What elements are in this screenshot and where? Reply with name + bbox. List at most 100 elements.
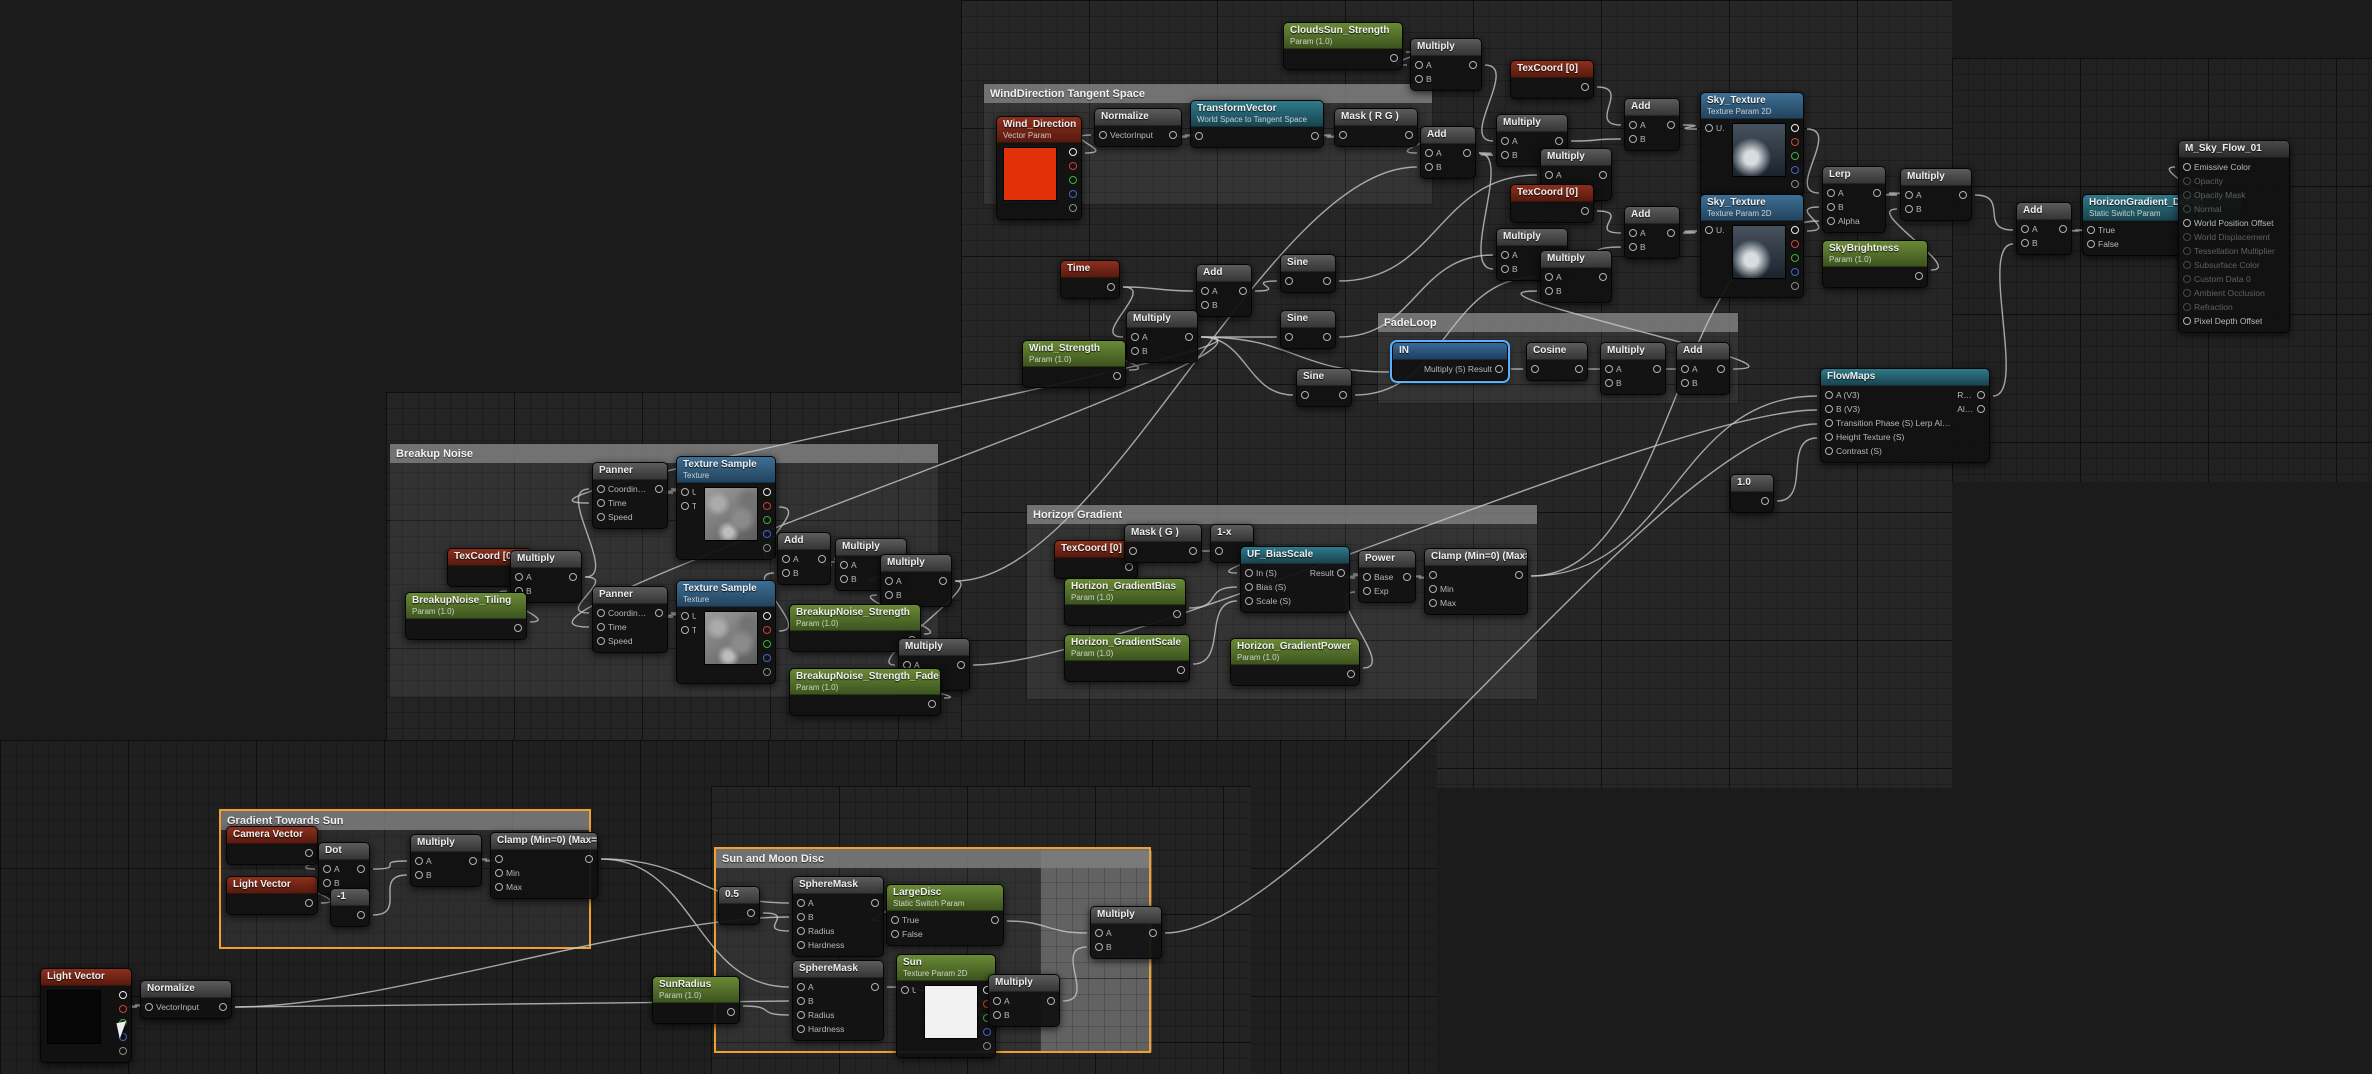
input-pin-icon[interactable] — [797, 997, 805, 1005]
output-pin-icon[interactable] — [1107, 283, 1115, 291]
input-pin-icon[interactable] — [1545, 287, 1553, 295]
node-multiply-sun-b[interactable]: MultiplyAB — [1090, 906, 1162, 959]
node-largedisc[interactable]: LargeDiscStatic Switch ParamTrueFalse — [886, 884, 1004, 946]
output-pin-icon[interactable] — [655, 485, 663, 493]
node-breakupnoise-tiling[interactable]: BreakupNoise_TilingParam (1.0) — [405, 592, 527, 640]
input-pin-icon[interactable] — [2183, 177, 2191, 185]
input-pin-icon[interactable] — [681, 502, 689, 510]
node-horizon-gradientbias[interactable]: Horizon_GradientBiasParam (1.0) — [1064, 578, 1186, 626]
node-multiply-skybrightness[interactable]: MultiplyAB — [1900, 168, 1972, 221]
node-header[interactable]: Multiply — [899, 639, 969, 656]
input-pin-icon[interactable] — [2087, 240, 2095, 248]
node-header[interactable]: Add — [1197, 265, 1251, 282]
node-header[interactable]: TexCoord [0] — [1511, 61, 1593, 78]
input-pin-icon[interactable] — [1095, 929, 1103, 937]
node-header[interactable]: Multiply — [1091, 907, 1161, 924]
output-pin-icon[interactable] — [1463, 149, 1471, 157]
input-pin-icon[interactable] — [323, 865, 331, 873]
input-pin-icon[interactable] — [1429, 585, 1437, 593]
input-pin-icon[interactable] — [840, 561, 848, 569]
output-pin-icon[interactable] — [1185, 333, 1193, 341]
node-horizon-gradientscale[interactable]: Horizon_GradientScaleParam (1.0) — [1064, 634, 1190, 682]
node-header[interactable]: Dot — [319, 843, 369, 860]
output-pin-icon[interactable] — [1977, 405, 1985, 413]
node-header[interactable]: FlowMaps — [1821, 369, 1989, 386]
input-pin-icon[interactable] — [1629, 243, 1637, 251]
node-header[interactable]: SkyBrightnessParam (1.0) — [1823, 241, 1927, 267]
node-sky-brightness[interactable]: SkyBrightnessParam (1.0) — [1822, 240, 1928, 288]
input-pin-icon[interactable] — [1429, 571, 1437, 579]
input-pin-icon[interactable] — [1905, 191, 1913, 199]
node-header[interactable]: Light Vector — [41, 969, 131, 986]
node-mask-g[interactable]: Mask ( G ) — [1124, 524, 1202, 563]
output-pin-icon[interactable] — [763, 502, 771, 510]
input-pin-icon[interactable] — [2183, 261, 2191, 269]
output-pin-icon[interactable] — [763, 668, 771, 676]
input-pin-icon[interactable] — [323, 879, 331, 887]
node-header[interactable]: 0.5 — [719, 887, 759, 904]
output-pin-icon[interactable] — [983, 1042, 991, 1050]
node-spheremask-b[interactable]: SphereMaskABRadiusHardness — [792, 960, 884, 1041]
node-header[interactable]: Camera Vector — [227, 827, 317, 844]
node-multiply-noise-b[interactable]: MultiplyAB — [880, 554, 952, 607]
node-header[interactable]: UF_BiasScale — [1241, 547, 1349, 564]
output-pin-icon[interactable] — [1915, 272, 1923, 280]
output-pin-icon[interactable] — [469, 857, 477, 865]
node-add-wind-offset[interactable]: AddAB — [1420, 126, 1476, 179]
node-sky-texture-a[interactable]: Sky_TextureTexture Param 2DUVs — [1700, 92, 1804, 196]
input-pin-icon[interactable] — [1131, 347, 1139, 355]
input-pin-icon[interactable] — [1201, 287, 1209, 295]
node-panner-b[interactable]: PannerCoordinateTimeSpeed — [592, 586, 668, 653]
node-header[interactable]: Multiply — [1497, 115, 1567, 132]
node-header[interactable]: M_Sky_Flow_01 — [2179, 141, 2289, 158]
node-header[interactable]: 1.0 — [1731, 475, 1773, 492]
input-pin-icon[interactable] — [1339, 131, 1347, 139]
node-header[interactable]: SunTexture Param 2D — [897, 955, 995, 981]
input-pin-icon[interactable] — [597, 609, 605, 617]
output-pin-icon[interactable] — [1791, 226, 1799, 234]
output-pin-icon[interactable] — [1575, 365, 1583, 373]
comment-header[interactable]: Horizon Gradient — [1027, 505, 1537, 524]
node-lerp-sky[interactable]: LerpABAlpha — [1822, 166, 1886, 233]
output-pin-icon[interactable] — [1069, 176, 1077, 184]
node-header[interactable]: Clamp (Min=0) (Max=1) — [491, 833, 597, 850]
output-pin-icon[interactable] — [1189, 547, 1197, 555]
input-pin-icon[interactable] — [1705, 124, 1713, 132]
output-pin-icon[interactable] — [1791, 152, 1799, 160]
node-header[interactable]: Add — [1625, 207, 1679, 224]
node-multiply-sun-a[interactable]: MultiplyAB — [988, 974, 1060, 1027]
node-cosine[interactable]: Cosine — [1526, 342, 1588, 381]
output-pin-icon[interactable] — [763, 612, 771, 620]
node-spheremask-a[interactable]: SphereMaskABRadiusHardness — [792, 876, 884, 957]
node-header[interactable]: Normalize — [141, 981, 231, 998]
node-header[interactable]: IN — [1393, 343, 1507, 360]
input-pin-icon[interactable] — [2183, 317, 2191, 325]
input-pin-icon[interactable] — [495, 869, 503, 877]
node-add-uv-b[interactable]: AddAB — [1624, 206, 1680, 259]
node-header[interactable]: Add — [778, 533, 830, 550]
node-header[interactable]: TransformVectorWorld Space to Tangent Sp… — [1191, 101, 1323, 127]
output-pin-icon[interactable] — [1873, 189, 1881, 197]
node-header[interactable]: Mask ( G ) — [1125, 525, 1201, 542]
input-pin-icon[interactable] — [1825, 419, 1833, 427]
output-pin-icon[interactable] — [569, 573, 577, 581]
node-header[interactable]: Light Vector — [227, 877, 317, 894]
input-pin-icon[interactable] — [1681, 365, 1689, 373]
input-pin-icon[interactable] — [2087, 226, 2095, 234]
input-pin-icon[interactable] — [681, 626, 689, 634]
node-header[interactable]: BreakupNoise_StrengthParam (1.0) — [790, 605, 920, 631]
node-header[interactable]: Sky_TextureTexture Param 2D — [1701, 195, 1803, 221]
input-pin-icon[interactable] — [797, 1011, 805, 1019]
output-pin-icon[interactable] — [1791, 240, 1799, 248]
output-pin-icon[interactable] — [514, 624, 522, 632]
output-pin-icon[interactable] — [1347, 670, 1355, 678]
output-pin-icon[interactable] — [1177, 666, 1185, 674]
output-pin-icon[interactable] — [939, 577, 947, 585]
input-pin-icon[interactable] — [1681, 379, 1689, 387]
node-mask-rg[interactable]: Mask ( R G ) — [1334, 108, 1418, 147]
output-pin-icon[interactable] — [871, 983, 879, 991]
output-pin-icon[interactable] — [1599, 273, 1607, 281]
node-header[interactable]: Add — [1421, 127, 1475, 144]
output-pin-icon[interactable] — [1069, 190, 1077, 198]
output-pin-icon[interactable] — [727, 1008, 735, 1016]
